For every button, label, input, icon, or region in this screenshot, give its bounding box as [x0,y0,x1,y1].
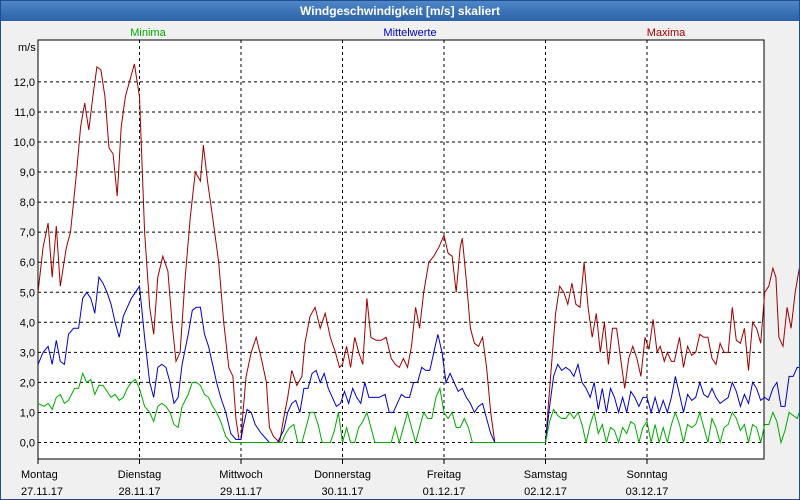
y-tick-label: 0,0 [20,438,35,450]
legend-item: Maxima [647,27,686,39]
chart-window: Windgeschwindigkeit [m/s] skaliert m/s 0… [0,0,800,500]
y-tick-label: 10,0 [14,137,35,149]
y-tick-label: 9,0 [20,167,35,179]
x-tick-day: Sonntag [627,469,668,481]
legend-item: Minima [130,27,166,39]
y-tick-label: 6,0 [20,257,35,269]
legend-item: Mittelwerte [383,27,436,39]
x-tick-date: 01.12.17 [423,486,466,498]
x-tick-day: Mittwoch [219,469,262,481]
x-tick-day: Montag [21,469,58,481]
x-tick-date: 28.11.17 [118,486,160,498]
y-tick-label: 5,0 [20,287,35,299]
y-tick-label: 7,0 [20,227,35,239]
x-tick-date: 29.11.17 [220,486,262,498]
x-tick-date: 03.12.17 [626,486,669,498]
x-tick-date: 30.11.17 [321,486,363,498]
x-tick-day: Samstag [524,469,567,481]
y-tick-label: 1,0 [20,407,35,419]
y-axis: m/s 0,0 1,0 2,0 3,0 4,0 5,0 6,0 7,0 8,0 9,0 10,0 11… [14,42,37,450]
x-tick-date: 27.11.17 [21,486,63,498]
y-tick-label: 2,0 [20,377,35,389]
y-tick-label: 3,0 [20,347,35,359]
wind-speed-chart: m/s 0,0 1,0 2,0 3,0 4,0 5,0 6,0 7,0 8,0 9,0 10,0 11… [14,27,799,498]
y-axis-label: m/s [18,42,36,54]
legend: Minima Mittelwerte Maxima [130,27,686,39]
y-tick-label: 12,0 [14,77,35,89]
x-tick-day: Dienstag [118,469,161,481]
x-tick-date: 02.12.17 [524,486,567,498]
y-tick-label: 8,0 [20,197,35,209]
x-axis: Montag 27.11.17 Dienstag 28.11.17 Mittwoch 29… [21,459,668,498]
x-tick-day: Donnerstag [314,469,371,481]
x-tick-day: Freitag [427,469,461,481]
y-tick-label: 4,0 [20,317,35,329]
y-tick-label: 11,0 [14,107,35,119]
